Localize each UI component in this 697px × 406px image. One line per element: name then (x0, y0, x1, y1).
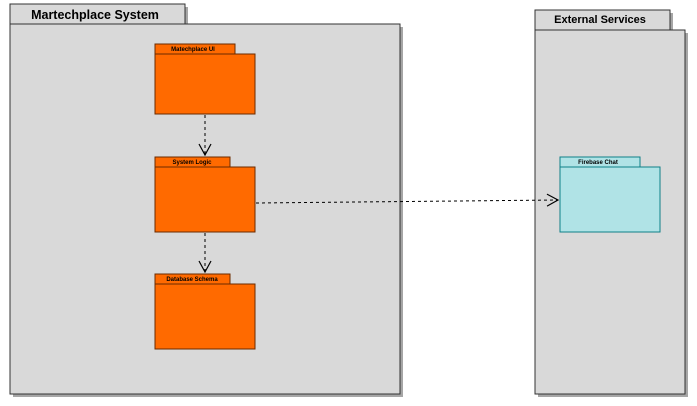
package-label: Firebase Chat (578, 160, 618, 166)
container-title: Martechplace System (31, 8, 159, 22)
package-diagram: Martechplace System External Services Ma… (9, 3, 688, 397)
package-database-schema[interactable]: Database Schema (154, 273, 256, 350)
package-martechplace-ui[interactable]: Matechplace UI (154, 43, 256, 115)
package-system-logic[interactable]: System Logic (154, 156, 256, 233)
package-firebase-chat[interactable]: Firebase Chat (559, 156, 661, 233)
package-label: Matechplace UI (171, 47, 215, 53)
package-label: System Logic (172, 160, 212, 166)
container-title: External Services (554, 14, 646, 26)
package-label: Database Schema (166, 277, 218, 283)
